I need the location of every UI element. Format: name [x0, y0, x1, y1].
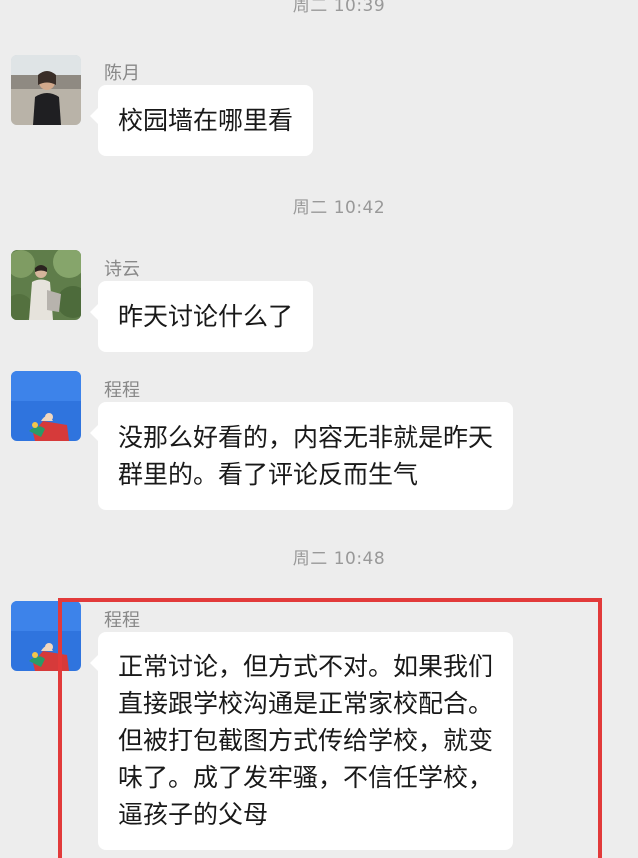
- sender-name: 陈月: [104, 63, 140, 84]
- sender-name: 程程: [104, 610, 140, 631]
- message-bubble[interactable]: 昨天讨论什么了: [89, 281, 314, 352]
- message-text: 群里的。看了评论反而生气: [118, 460, 419, 489]
- avatar-chenyue[interactable]: [11, 55, 81, 125]
- message-text: 校园墙在哪里看: [118, 106, 294, 135]
- message-text: 逼孩子的父母: [118, 800, 269, 829]
- sender-name: 程程: [104, 380, 140, 401]
- message-text: 直接跟学校沟通是正常家校配合。: [118, 689, 494, 718]
- timestamp: 周二 10:42: [292, 198, 386, 218]
- message-text: 但被打包截图方式传给学校，就变: [118, 726, 494, 755]
- message-text: 正常讨论，但方式不对。如果我们: [118, 652, 494, 681]
- message-text: 昨天讨论什么了: [118, 302, 294, 331]
- message-text: 没那么好看的，内容无非就是昨天: [118, 423, 494, 452]
- timestamp: 周二 10:39: [292, 0, 386, 16]
- timestamp: 周二 10:48: [292, 549, 386, 569]
- message-bubble[interactable]: 没那么好看的，内容无非就是昨天 群里的。看了评论反而生气: [89, 402, 514, 510]
- message-text: 味了。成了发牢骚，不信任学校，: [118, 763, 494, 792]
- sender-name: 诗云: [104, 259, 140, 280]
- message-bubble[interactable]: 正常讨论，但方式不对。如果我们 直接跟学校沟通是正常家校配合。 但被打包截图方式…: [89, 632, 514, 850]
- avatar-chengcheng[interactable]: [11, 601, 81, 671]
- avatar-shiyun[interactable]: [11, 250, 81, 320]
- avatar-chengcheng[interactable]: [11, 371, 81, 441]
- message-bubble[interactable]: 校园墙在哪里看: [89, 85, 314, 156]
